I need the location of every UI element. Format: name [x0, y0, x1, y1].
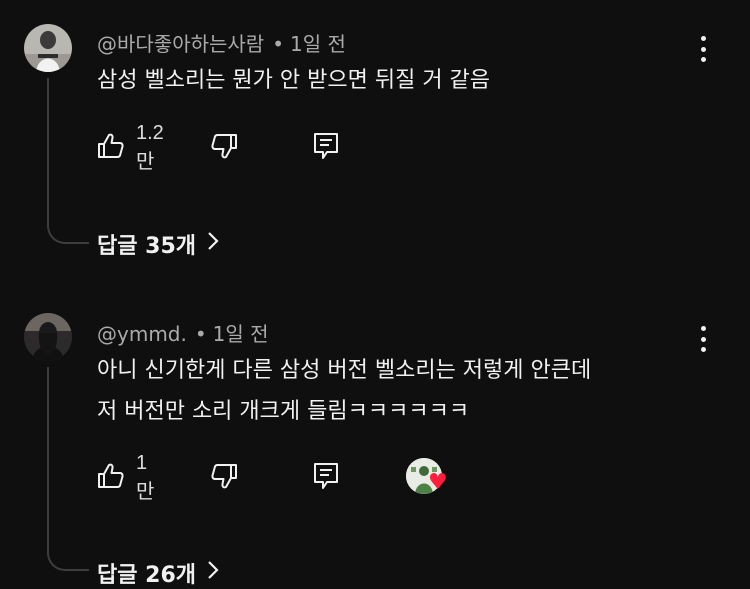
- thumbs-up-icon: [96, 131, 126, 165]
- creator-heart-badge: ♥: [406, 458, 454, 498]
- like-count: 1.2만: [136, 122, 164, 173]
- heart-icon: ♥: [428, 470, 448, 495]
- comment-meta: @ymmd. • 1일 전: [97, 318, 269, 347]
- reply-icon: [312, 461, 340, 495]
- comment-text: 삼성 벨소리는 뭔가 안 받으면 뒤질 거 같음: [97, 68, 491, 93]
- avatar[interactable]: [24, 313, 72, 361]
- like-button[interactable]: 1만: [96, 452, 154, 503]
- comment-meta: @바다좋아하는사람 • 1일 전: [97, 28, 346, 57]
- dislike-button[interactable]: [209, 462, 239, 494]
- comment-time[interactable]: 1일 전: [290, 32, 346, 56]
- thumbs-up-icon: [96, 461, 126, 495]
- reply-icon: [312, 131, 340, 165]
- like-count: 1만: [136, 452, 155, 503]
- comment-time[interactable]: 1일 전: [213, 322, 269, 346]
- dislike-button[interactable]: [209, 132, 239, 164]
- comment-text-line: 아니 신기한게 다른 삼성 버전 벨소리는 저렇게 안큰데: [97, 358, 592, 383]
- like-button[interactable]: 1.2만: [96, 122, 164, 173]
- meta-separator: •: [194, 322, 207, 346]
- avatar[interactable]: [24, 24, 72, 72]
- reply-thread-line: [47, 78, 89, 244]
- reply-thread-line: [47, 367, 89, 571]
- reply-button[interactable]: [312, 132, 340, 164]
- thumbs-down-icon: [209, 461, 239, 495]
- reply-button[interactable]: [312, 462, 340, 494]
- replies-toggle-button[interactable]: 답글 26개: [97, 557, 220, 589]
- chevron-right-icon: [196, 230, 220, 258]
- replies-count-label: 답글 35개: [97, 234, 196, 259]
- replies-count-label: 답글 26개: [97, 563, 196, 588]
- replies-toggle-button[interactable]: 답글 35개: [97, 228, 220, 260]
- comment-text: 아니 신기한게 다른 삼성 버전 벨소리는 저렇게 안큰데 저 버전만 소리 개…: [97, 350, 697, 432]
- comment-author[interactable]: @ymmd.: [97, 322, 187, 346]
- thumbs-down-icon: [209, 131, 239, 165]
- comment-text-line: 저 버전만 소리 개크게 들림ㅋㅋㅋㅋㅋㅋ: [97, 399, 470, 424]
- comment-author[interactable]: @바다좋아하는사람: [97, 32, 264, 56]
- meta-separator: •: [272, 32, 284, 56]
- chevron-right-icon: [196, 559, 220, 587]
